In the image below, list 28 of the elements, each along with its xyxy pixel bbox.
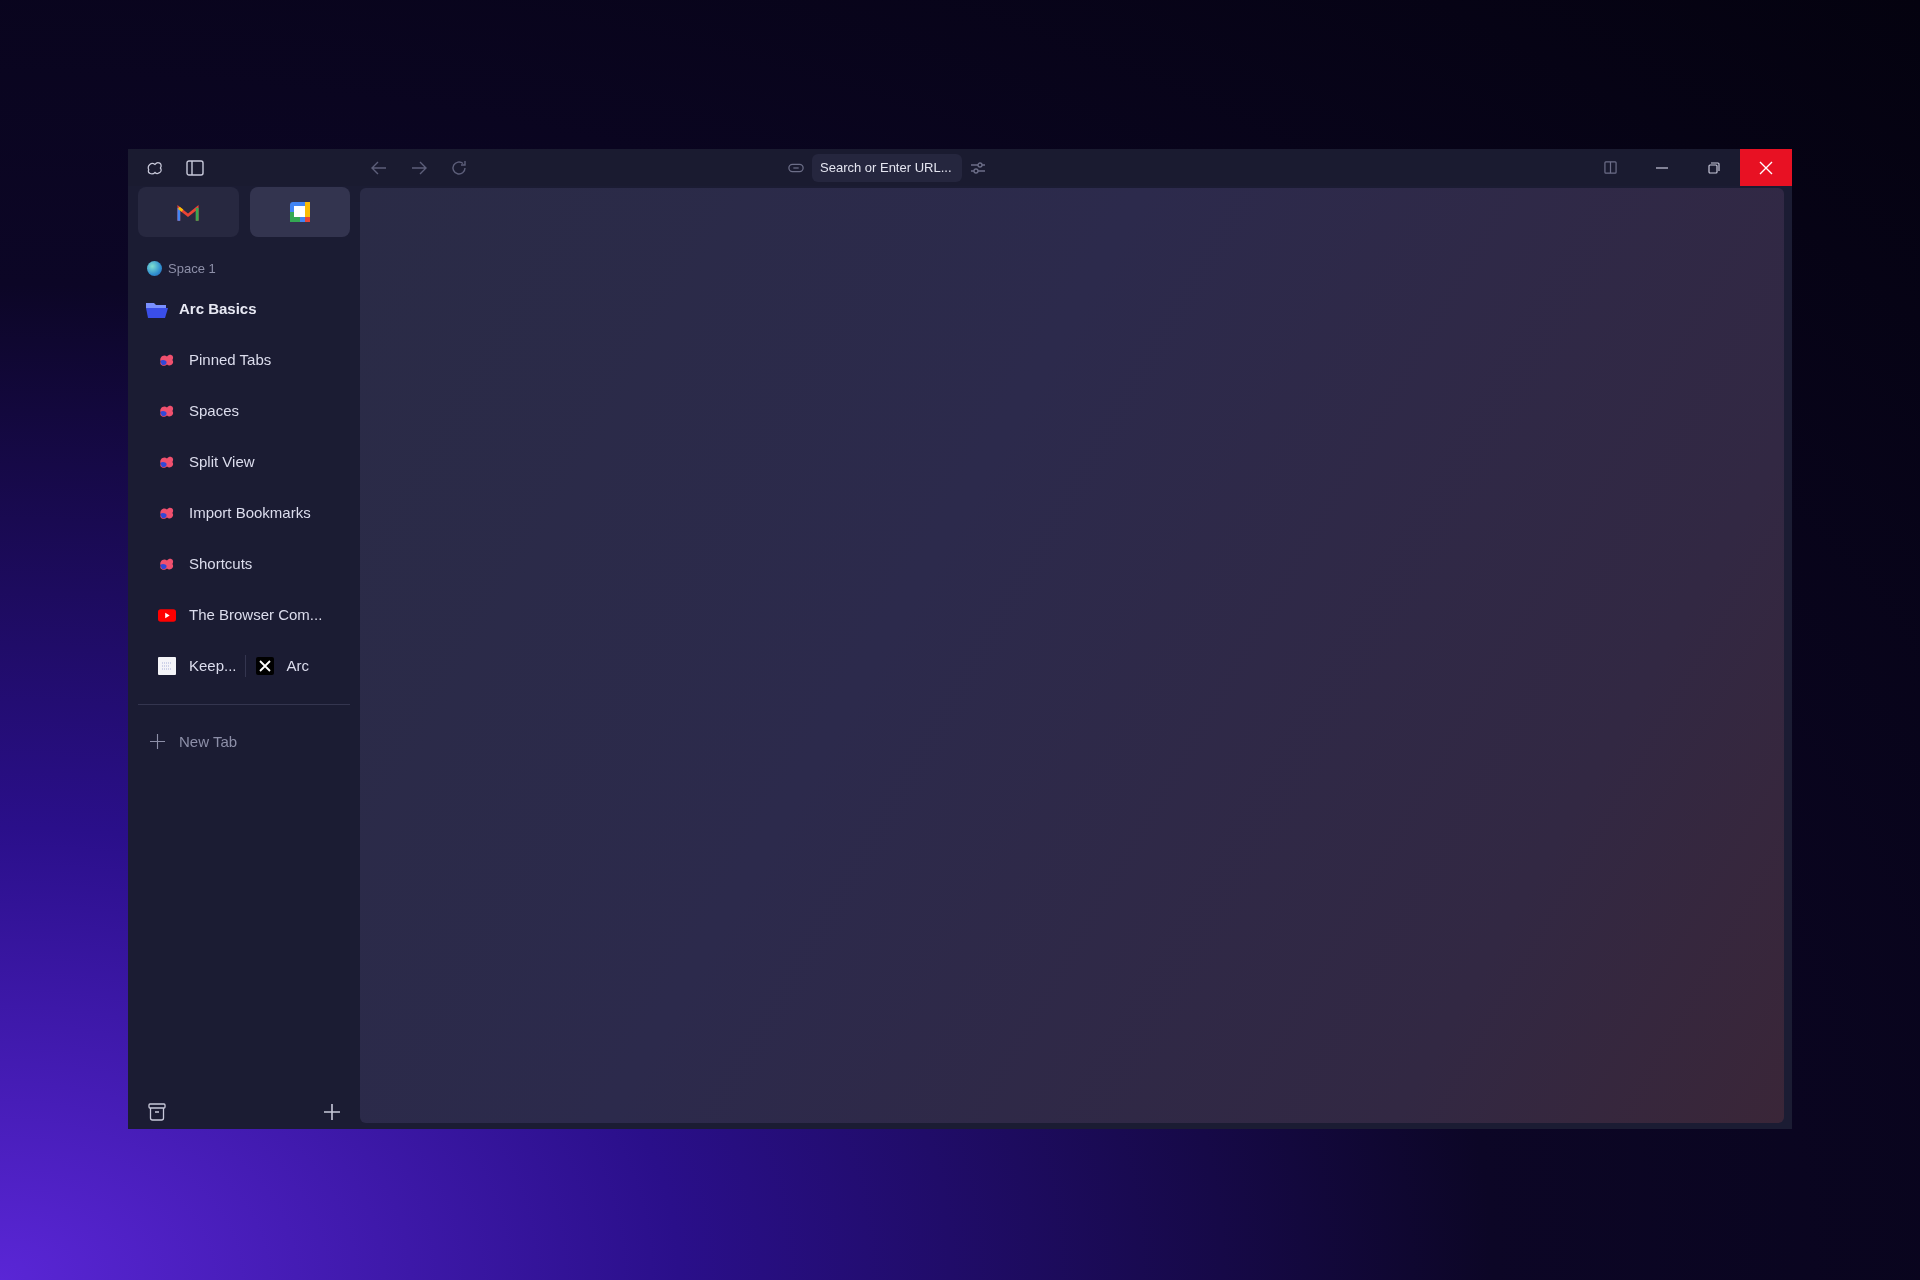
calendar-logo-icon bbox=[289, 202, 310, 222]
tab-item[interactable]: Split View bbox=[138, 436, 350, 488]
mail-logo-icon bbox=[177, 203, 200, 221]
sliders-icon[interactable] bbox=[970, 160, 986, 175]
add-icon[interactable] bbox=[324, 1104, 340, 1120]
new-tab-button[interactable]: New Tab bbox=[138, 730, 350, 753]
plus-icon bbox=[150, 734, 165, 750]
tab-item[interactable]: Pinned Tabs bbox=[138, 334, 350, 386]
reload-icon[interactable] bbox=[450, 158, 468, 177]
split-tab-title[interactable]: Keep... bbox=[189, 654, 237, 678]
pinned-app-tile[interactable] bbox=[249, 187, 350, 237]
pinned-app-tile[interactable] bbox=[138, 187, 239, 237]
close-icon bbox=[1759, 160, 1773, 175]
address-field[interactable]: Search or Enter URL... bbox=[812, 153, 962, 182]
tab-item[interactable]: Shortcuts bbox=[138, 538, 350, 590]
sidebar-toggle-icon[interactable] bbox=[186, 159, 204, 176]
note-icon bbox=[158, 657, 176, 675]
archive-icon[interactable] bbox=[148, 1103, 166, 1121]
split-tab-title[interactable]: Arc bbox=[286, 654, 318, 678]
link-icon bbox=[788, 162, 804, 173]
tab-item[interactable]: Spaces bbox=[138, 385, 350, 437]
space-name: Space 1 bbox=[168, 260, 216, 278]
globe-icon bbox=[147, 261, 162, 277]
tab-item[interactable]: Import Bookmarks bbox=[138, 487, 350, 539]
x-logo-icon bbox=[255, 657, 274, 675]
play-logo-icon bbox=[158, 608, 176, 622]
folder-row[interactable]: Arc Basics bbox=[138, 296, 350, 323]
tab-item[interactable]: The Browser Com... bbox=[138, 589, 350, 641]
